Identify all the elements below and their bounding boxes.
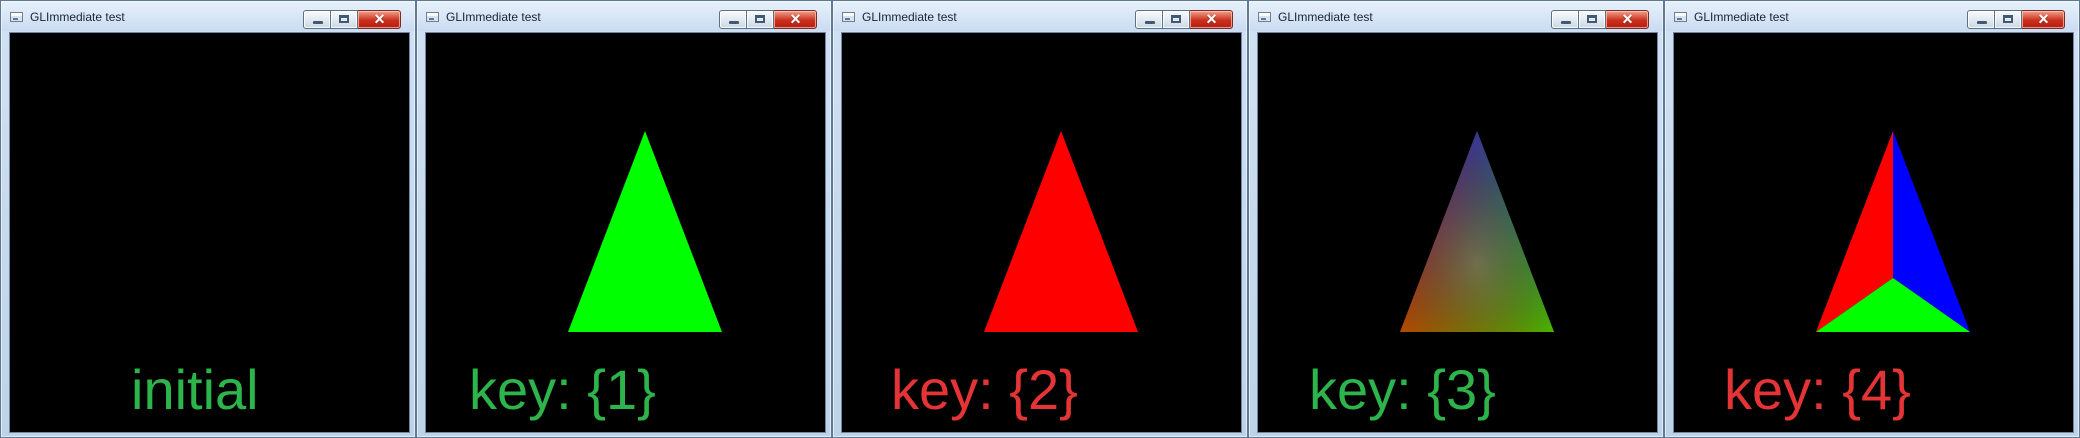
opengl-canvas[interactable]: key: {2} (841, 32, 1242, 433)
window-caption-buttons: × (1135, 10, 1233, 29)
window-caption-buttons: × (719, 10, 817, 29)
minimize-icon (1145, 21, 1155, 24)
triangle (568, 131, 722, 332)
minimize-button[interactable] (1967, 10, 1995, 29)
maximize-button[interactable] (1579, 10, 1606, 29)
maximize-icon (755, 15, 765, 23)
key-label: key: {3} (1309, 358, 1496, 421)
application-window-icon (426, 12, 439, 22)
maximize-button[interactable] (1995, 10, 2022, 29)
window-title: GLImmediate test (1278, 10, 1373, 24)
window-title: GLImmediate test (1694, 10, 1789, 24)
minimize-button[interactable] (303, 10, 331, 29)
state-label: initial (131, 358, 259, 421)
close-icon: × (2038, 9, 2049, 29)
application-window-icon (1674, 12, 1687, 22)
window-title: GLImmediate test (862, 10, 957, 24)
maximize-icon (1587, 15, 1597, 23)
application-window[interactable]: GLImmediate test × key: {3} (1248, 0, 1664, 438)
application-window-icon (10, 12, 23, 22)
window-caption-buttons: × (1967, 10, 2065, 29)
window-title: GLImmediate test (30, 10, 125, 24)
minimize-icon (729, 21, 739, 24)
triangle-center-shading (1400, 131, 1554, 332)
opengl-canvas[interactable]: key: {3} (1257, 32, 1658, 433)
close-button[interactable]: × (2022, 10, 2065, 29)
window-caption-buttons: × (1551, 10, 1649, 29)
window-titlebar[interactable]: GLImmediate test × (834, 2, 1246, 31)
minimize-button[interactable] (1551, 10, 1579, 29)
minimize-icon (313, 21, 323, 24)
minimize-icon (1977, 21, 1987, 24)
opengl-canvas[interactable]: key: {1} (425, 32, 826, 433)
window-caption-buttons: × (303, 10, 401, 29)
close-icon: × (1206, 9, 1217, 29)
window-title: GLImmediate test (446, 10, 541, 24)
minimize-icon (1561, 21, 1571, 24)
minimize-button[interactable] (1135, 10, 1163, 29)
window-titlebar[interactable]: GLImmediate test × (1250, 2, 1662, 31)
key-label: key: {2} (891, 358, 1078, 421)
close-button[interactable]: × (358, 10, 401, 29)
maximize-button[interactable] (1163, 10, 1190, 29)
application-window[interactable]: GLImmediate test × key: {1} (416, 0, 832, 438)
close-icon: × (790, 9, 801, 29)
application-window[interactable]: GLImmediate test × key: {4} (1664, 0, 2080, 438)
minimize-button[interactable] (719, 10, 747, 29)
close-button[interactable]: × (1606, 10, 1649, 29)
application-window-icon (1258, 12, 1271, 22)
window-titlebar[interactable]: GLImmediate test × (418, 2, 830, 31)
maximize-icon (339, 15, 349, 23)
close-icon: × (374, 9, 385, 29)
gl-immediate-test-screenshot: GLImmediate test × initial GLImmediate test… (0, 0, 2080, 438)
opengl-canvas[interactable]: initial (9, 32, 410, 433)
maximize-icon (1171, 15, 1181, 23)
close-icon: × (1622, 9, 1633, 29)
window-titlebar[interactable]: GLImmediate test × (1666, 2, 2078, 31)
opengl-canvas[interactable]: key: {4} (1673, 32, 2074, 433)
window-titlebar[interactable]: GLImmediate test × (2, 2, 414, 31)
close-button[interactable]: × (1190, 10, 1233, 29)
triangle (984, 131, 1138, 332)
close-button[interactable]: × (774, 10, 817, 29)
maximize-icon (2003, 15, 2013, 23)
application-window-icon (842, 12, 855, 22)
application-window[interactable]: GLImmediate test × initial (0, 0, 416, 438)
application-window[interactable]: GLImmediate test × key: {2} (832, 0, 1248, 438)
maximize-button[interactable] (747, 10, 774, 29)
key-label: key: {1} (469, 358, 656, 421)
maximize-button[interactable] (331, 10, 358, 29)
key-label: key: {4} (1724, 358, 1911, 421)
